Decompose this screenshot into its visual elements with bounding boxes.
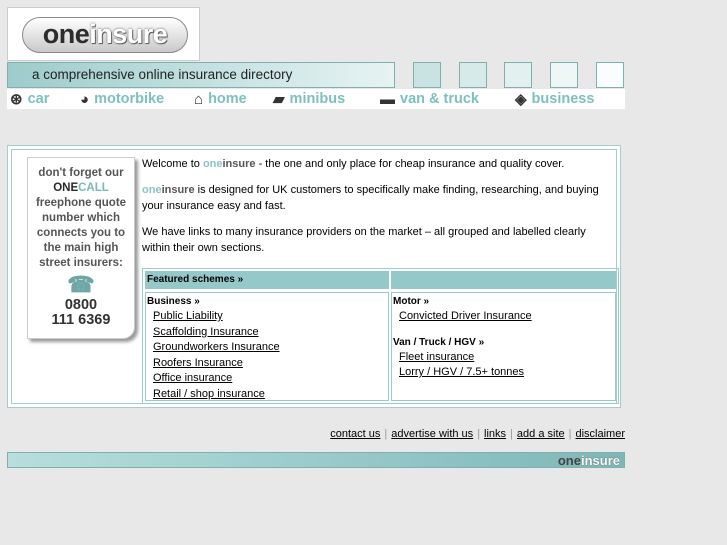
intro-paragraph-3: We have links to many insurance provider… — [142, 226, 586, 254]
house-icon: ⌂ — [194, 90, 204, 108]
nav-home[interactable]: ⌂ home — [194, 89, 247, 109]
telephone-icon: ☎ — [67, 272, 95, 297]
promo-phone-line2: 111 6369 — [51, 312, 111, 328]
nav-car-label: car — [27, 91, 50, 107]
helmet-icon: ◕ — [80, 90, 90, 108]
nav-car[interactable]: ⊛ car — [10, 89, 49, 109]
nav-minibus[interactable]: ▰ minibus — [273, 89, 345, 109]
header-square-1 — [413, 62, 441, 88]
brand-insure: insure — [161, 184, 195, 196]
footer-logo-insure: insure — [580, 453, 620, 468]
promo-line2: freephone quote number which connects yo… — [35, 197, 127, 269]
featured-schemes-header-right — [391, 271, 616, 289]
brand-one: one — [142, 184, 162, 196]
footer-links-link[interactable]: links — [484, 428, 506, 440]
header-square-4 — [550, 62, 578, 88]
footer-contact-us[interactable]: contact us — [330, 428, 380, 440]
footer-logo: oneinsure — [558, 453, 620, 468]
intro-text: Welcome to oneinsure - the one and only … — [142, 156, 602, 266]
nav-van-truck-label: van & truck — [400, 91, 479, 107]
footer-separator: | — [384, 428, 388, 440]
content-panel-inner: don't forget our ONECALL freephone quote… — [11, 149, 619, 404]
van-truck-hgv-category: Van / Truck / HGV » — [393, 336, 485, 348]
handshake-icon: ◈ — [515, 91, 527, 108]
promo-one: ONE — [53, 182, 79, 194]
onecall-promo[interactable]: don't forget our ONECALL freephone quote… — [27, 157, 135, 339]
header-square-3 — [504, 62, 532, 88]
footer-bar: oneinsure — [7, 452, 625, 468]
business-column: Business » Public Liability Scaffolding … — [145, 292, 389, 401]
nav-business-label: business — [531, 91, 595, 107]
promo-line1: don't forget our — [38, 167, 124, 179]
link-fleet-insurance[interactable]: Fleet insurance — [399, 350, 615, 366]
brand-one: one — [202, 158, 223, 170]
site-logo[interactable]: oneinsure — [7, 7, 200, 61]
header-square-5 — [596, 62, 624, 88]
nav-business[interactable]: ◈ business — [515, 89, 594, 109]
footer-links: contact us | advertise with us | links | add a… — [330, 428, 625, 440]
footer-advertise[interactable]: advertise with us — [391, 428, 473, 440]
header-square-2 — [459, 62, 487, 88]
business-category: Business » — [147, 296, 200, 307]
footer-separator: | — [510, 428, 513, 440]
logo-one-text: one — [42, 19, 90, 49]
intro-p1-rest: - the one and only place for cheap insur… — [255, 158, 565, 170]
footer-separator: | — [568, 428, 572, 440]
main-nav: ⊛ car ◕ motorbike ⌂ home ▰ minibus ▬ van & tr… — [7, 89, 625, 109]
footer-logo-one: one — [557, 453, 581, 468]
footer-disclaimer[interactable]: disclaimer — [575, 428, 625, 440]
motor-category: Motor » — [393, 296, 430, 307]
logo-badge: oneinsure — [22, 17, 188, 53]
logo-insure-text: insure — [89, 19, 168, 49]
brand-insure: insure — [222, 158, 256, 170]
link-groundworkers-insurance[interactable]: Groundworkers Insurance — [153, 340, 388, 356]
intro-paragraph-2: oneinsure is designed for UK customers t… — [142, 182, 602, 214]
nav-minibus-label: minibus — [289, 91, 346, 107]
intro-welcome: Welcome to — [142, 158, 203, 170]
footer-add-site[interactable]: add a site — [517, 428, 565, 440]
link-convicted-driver-insurance[interactable]: Convicted Driver Insurance — [399, 309, 615, 325]
nav-van-truck[interactable]: ▬ van & truck — [380, 89, 479, 109]
promo-call: CALL — [78, 182, 109, 194]
intro-paragraph-1: Welcome to oneinsure - the one and only … — [142, 156, 602, 172]
promo-phone-line1: 0800 — [64, 297, 98, 313]
featured-schemes-table: Featured schemes » Business » Public Lia… — [142, 268, 619, 404]
link-retail-shop-insurance[interactable]: Retail / shop insurance — [153, 387, 388, 403]
minibus-icon: ▰ — [273, 91, 285, 108]
link-scaffolding-insurance[interactable]: Scaffolding Insurance — [153, 325, 388, 341]
intro-p2-rest: is designed for UK customers to specific… — [142, 184, 599, 212]
content-panel: don't forget our ONECALL freephone quote… — [7, 145, 621, 408]
tagline: a comprehensive online insurance directo… — [32, 67, 293, 82]
nav-home-label: home — [208, 91, 247, 107]
featured-schemes-header: Featured schemes » — [145, 271, 389, 289]
nav-motorbike[interactable]: ◕ motorbike — [80, 89, 164, 109]
motor-column: Motor » Convicted Driver Insurance Van /… — [391, 292, 616, 401]
link-office-insurance[interactable]: Office insurance — [153, 371, 388, 387]
link-roofers-insurance[interactable]: Roofers Insurance — [153, 356, 388, 372]
footer-separator: | — [477, 428, 481, 440]
nav-motorbike-label: motorbike — [94, 91, 165, 107]
steering-wheel-icon: ⊛ — [10, 91, 23, 108]
link-lorry-hgv[interactable]: Lorry / HGV / 7.5+ tonnes — [399, 365, 615, 381]
truck-icon: ▬ — [380, 90, 395, 108]
link-public-liability[interactable]: Public Liability — [153, 309, 388, 325]
tagline-bar: a comprehensive online insurance directo… — [7, 62, 395, 88]
